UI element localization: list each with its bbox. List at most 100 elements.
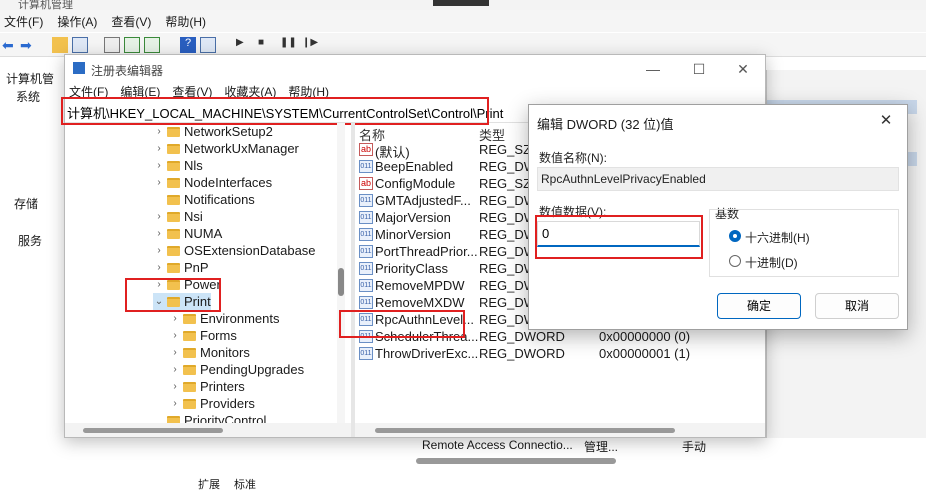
tree-node-label: OSExtensionDatabase <box>184 243 316 258</box>
regedit-title: 注册表编辑器 <box>91 64 164 78</box>
tree-node-label: Providers <box>200 396 255 411</box>
bg-tree-services[interactable]: 服务 <box>18 232 42 249</box>
bg-menu-file[interactable]: 文件(F) <box>4 13 43 30</box>
tree-node-label: NUMA <box>184 226 223 241</box>
highlight-value-data <box>535 215 703 259</box>
highlight-address <box>61 97 489 125</box>
chevron-right-icon[interactable]: › <box>153 160 165 171</box>
chevron-right-icon[interactable]: › <box>169 398 181 409</box>
chevron-right-icon[interactable]: › <box>153 177 165 188</box>
bg-tree-storage[interactable]: 存储 <box>14 195 38 212</box>
tree-node[interactable]: Notifications <box>153 191 255 208</box>
bg-menu-help[interactable]: 帮助(H) <box>165 13 206 30</box>
back-arrow-icon[interactable]: ⬅ <box>2 37 18 53</box>
string-value-icon: ab <box>359 143 373 156</box>
chevron-right-icon[interactable]: › <box>153 143 165 154</box>
tree-node[interactable]: › Providers <box>169 395 255 412</box>
tree-node[interactable]: › Nsi <box>153 208 202 225</box>
bg-service-name[interactable]: Remote Access Connectio... <box>422 438 573 452</box>
value-type: REG_SZ <box>479 142 532 157</box>
help-icon[interactable]: ? <box>180 37 196 53</box>
taskbar-preview <box>433 0 489 6</box>
bg-hscroll-thumb[interactable] <box>416 458 616 464</box>
tree-node-label: Environments <box>200 311 280 326</box>
folder-up-icon[interactable] <box>52 37 68 53</box>
chevron-right-icon[interactable]: › <box>169 313 181 324</box>
close-icon[interactable]: ✕ <box>729 59 757 79</box>
tree-node[interactable]: › Printers <box>169 378 244 395</box>
tree-node[interactable]: › NodeInterfaces <box>153 174 272 191</box>
tree-node[interactable]: › Forms <box>169 327 237 344</box>
radio-hex[interactable] <box>729 230 741 242</box>
folder-icon <box>167 245 180 256</box>
tree-node[interactable]: › Environments <box>169 310 279 327</box>
folder-icon <box>167 177 180 188</box>
stop-icon[interactable]: ■ <box>258 37 274 53</box>
tree-node[interactable]: › NetworkSetup2 <box>153 123 273 140</box>
play-icon[interactable]: ▶ <box>236 37 252 53</box>
value-name-field[interactable]: RpcAuthnLevelPrivacyEnabled <box>537 167 899 191</box>
value-type: REG_SZ <box>479 176 532 191</box>
value-name: ThrowDriverExc... <box>375 346 479 361</box>
show-tree-icon[interactable] <box>72 37 88 53</box>
minimize-icon[interactable]: — <box>639 59 667 79</box>
tree-node-label: Nls <box>184 158 203 173</box>
chevron-right-icon[interactable]: › <box>169 381 181 392</box>
tree-node[interactable]: PriorityControl <box>153 412 266 423</box>
cancel-button[interactable]: 取消 <box>815 293 899 319</box>
properties-icon[interactable] <box>104 37 120 53</box>
dword-value-icon: 011 <box>359 347 373 360</box>
ok-button[interactable]: 确定 <box>717 293 801 319</box>
tree-node-label: PendingUpgrades <box>200 362 305 377</box>
bg-menu-view[interactable]: 查看(V) <box>111 13 151 30</box>
chevron-right-icon[interactable]: › <box>169 347 181 358</box>
tree-node[interactable]: › PendingUpgrades <box>169 361 304 378</box>
bg-tab-extended[interactable]: 扩展 <box>198 476 220 492</box>
forward-arrow-icon[interactable]: ➡ <box>20 37 36 53</box>
list-horizontal-scrollbar[interactable] <box>355 423 765 437</box>
list-hscroll-thumb[interactable] <box>375 428 675 433</box>
dword-value-icon: 011 <box>359 296 373 309</box>
tree-node[interactable]: › NetworkUxManager <box>153 140 299 157</box>
refresh-icon[interactable] <box>124 37 140 53</box>
tree-node[interactable]: › OSExtensionDatabase <box>153 242 316 259</box>
value-type: REG_DWORD <box>479 329 565 344</box>
chevron-right-icon[interactable]: › <box>153 126 165 137</box>
folder-icon <box>183 398 196 409</box>
restart-icon[interactable]: ❙▶ <box>302 37 318 53</box>
bg-tree-system[interactable]: 系统 <box>16 88 40 105</box>
export-icon[interactable] <box>144 37 160 53</box>
chevron-right-icon[interactable]: › <box>153 228 165 239</box>
chevron-right-icon[interactable]: › <box>153 245 165 256</box>
dword-value-icon: 011 <box>359 279 373 292</box>
dword-value-icon: 011 <box>359 228 373 241</box>
chevron-right-icon[interactable]: › <box>153 211 165 222</box>
chevron-right-icon[interactable]: › <box>153 262 165 273</box>
tree-node[interactable]: › PnP <box>153 259 208 276</box>
tree-vertical-scrollbar[interactable] <box>337 123 345 423</box>
bg-tab-standard[interactable]: 标准 <box>234 476 256 492</box>
radio-hex-label[interactable]: 十六进制(H) <box>745 229 810 246</box>
tree-node[interactable]: › NUMA <box>153 225 222 242</box>
value-row[interactable]: 011 ThrowDriverExc... REG_DWORD 0x00000001 … <box>355 345 765 362</box>
pause-icon[interactable]: ❚❚ <box>280 37 297 53</box>
bg-service-start: 手动 <box>682 440 707 454</box>
tree-node[interactable]: › Nls <box>153 157 203 174</box>
bg-tree-computer[interactable]: 计算机管 <box>6 70 54 87</box>
dialog-close-icon[interactable]: ✕ <box>873 110 899 132</box>
console-icon[interactable] <box>200 37 216 53</box>
bg-menu-action[interactable]: 操作(A) <box>57 13 97 30</box>
radio-dec[interactable] <box>729 255 741 267</box>
chevron-right-icon[interactable]: › <box>169 364 181 375</box>
folder-icon <box>183 330 196 341</box>
tree-vscroll-thumb[interactable] <box>338 268 344 296</box>
tree-horizontal-scrollbar[interactable] <box>65 423 351 437</box>
maximize-icon[interactable]: ☐ <box>685 59 713 79</box>
tree-node-label: Monitors <box>200 345 250 360</box>
tree-hscroll-thumb[interactable] <box>83 428 223 433</box>
tree-node[interactable]: › Monitors <box>169 344 250 361</box>
value-name: BeepEnabled <box>375 159 454 174</box>
dword-value-icon: 011 <box>359 262 373 275</box>
chevron-right-icon[interactable]: › <box>169 330 181 341</box>
radio-dec-label[interactable]: 十进制(D) <box>745 254 798 271</box>
